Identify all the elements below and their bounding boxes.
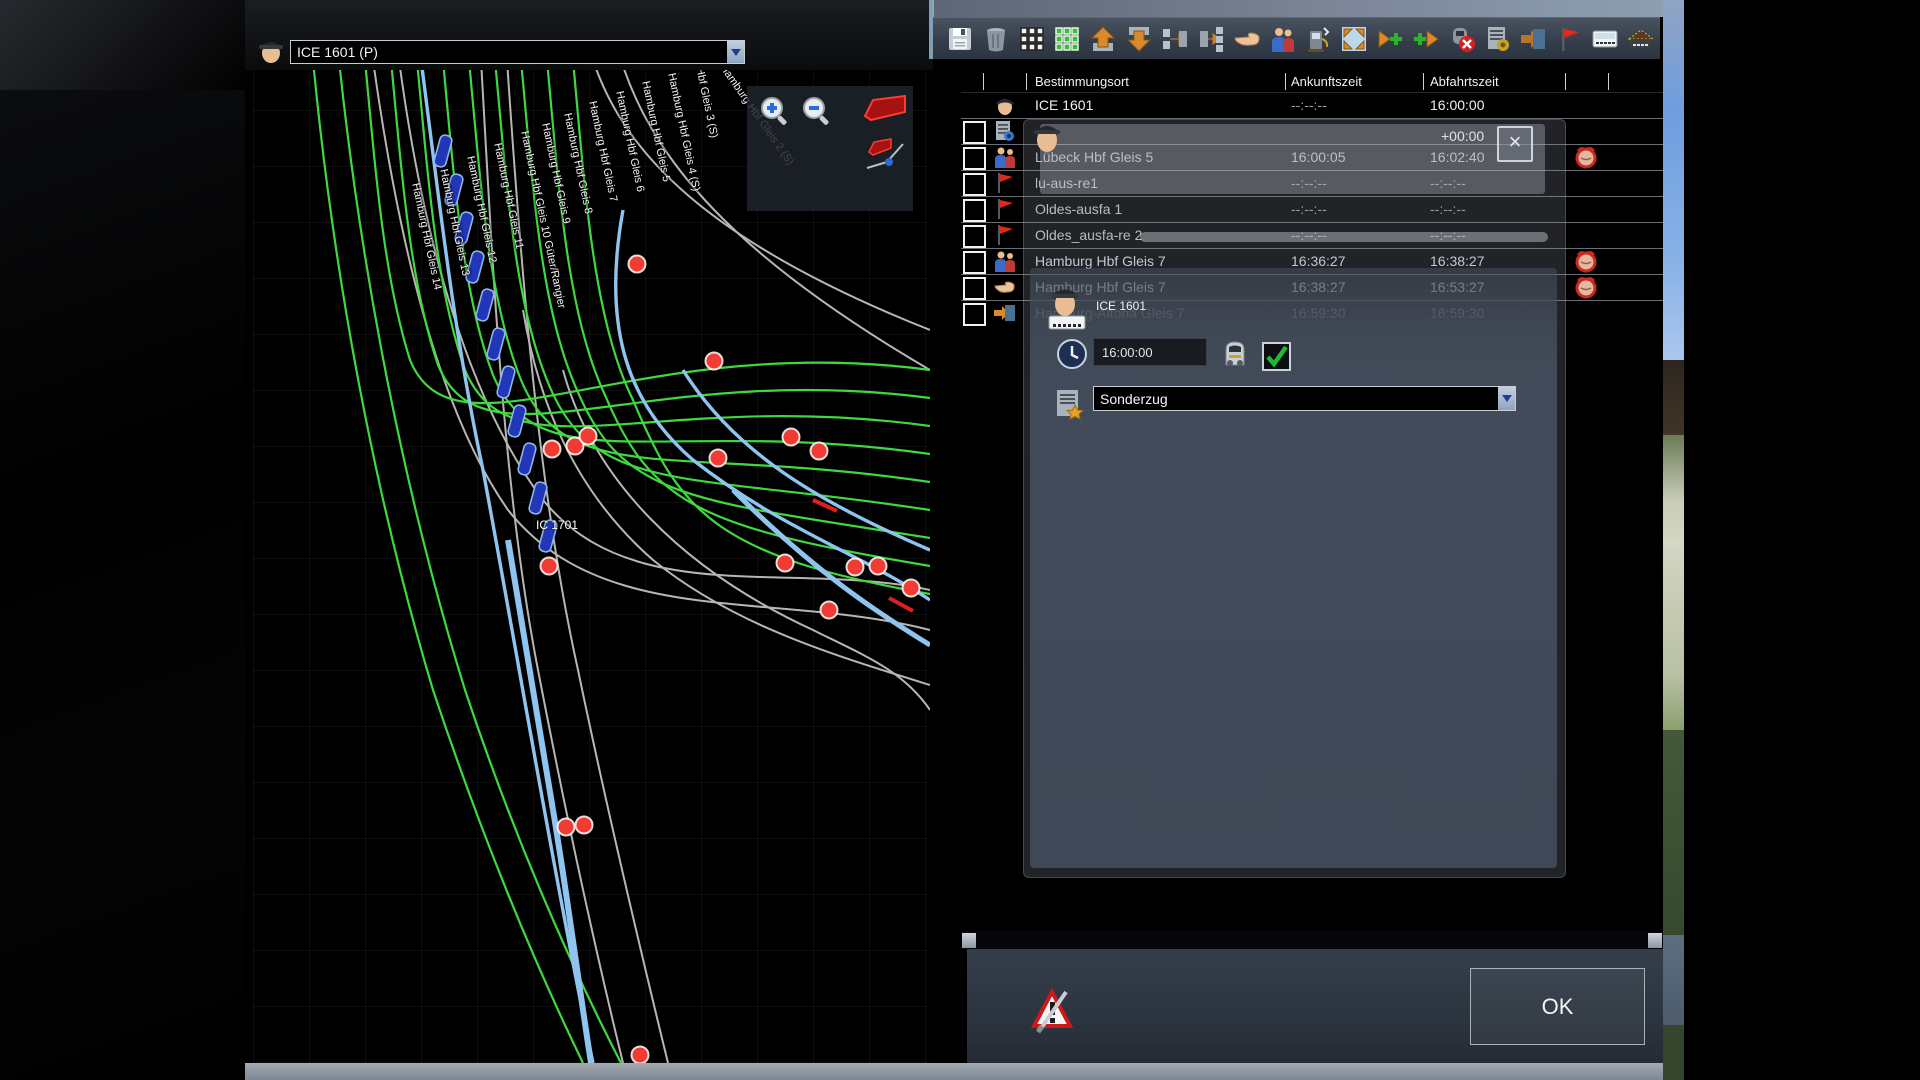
flag-icon [993, 171, 1017, 195]
move-up-icon[interactable] [1086, 22, 1120, 56]
zoom-in-icon[interactable] [757, 94, 793, 135]
conductor-head-icon [256, 35, 286, 65]
chevron-down-icon[interactable] [1498, 387, 1515, 410]
map-train-label: IC 1701 [536, 518, 578, 532]
row-checkbox[interactable] [963, 173, 986, 196]
close-icon[interactable]: × [1497, 126, 1533, 162]
departure-time-input[interactable]: 16:00:00 [1093, 338, 1207, 366]
train-remove-icon[interactable] [1445, 22, 1479, 56]
col-abfahrtszeit: Abfahrtszeit [1430, 74, 1499, 89]
row-arrival: --:--:-- [1291, 97, 1327, 113]
row-checkbox[interactable] [963, 147, 986, 170]
passengers-icon[interactable] [1266, 22, 1300, 56]
save-icon[interactable] [943, 22, 977, 56]
alarm-clock-icon [1574, 275, 1598, 299]
warning-icon [1030, 986, 1078, 1034]
row-checkbox[interactable] [963, 225, 986, 248]
signal-route-icon[interactable] [865, 134, 909, 179]
timetable-header: Bestimmungsort Ankunftszeit Abfahrtszeit [961, 71, 1663, 93]
collapse-icon[interactable] [1337, 22, 1371, 56]
row-name: ICE 1601 [1035, 97, 1093, 113]
world-grass [1663, 1025, 1684, 1080]
schedule-star-icon [1053, 388, 1085, 420]
train-properties-icon[interactable] [1481, 22, 1515, 56]
conductor-figure-icon [1045, 282, 1089, 332]
row-highlight-pill [1140, 232, 1548, 242]
row-checkbox[interactable] [963, 199, 986, 222]
row-checkbox[interactable] [963, 277, 986, 300]
document-gear-icon [993, 119, 1017, 143]
clock-icon [1055, 337, 1089, 371]
train-active-checkbox[interactable] [1262, 342, 1291, 371]
grid-plain-icon[interactable] [1015, 22, 1049, 56]
bottom-strip [245, 1063, 1663, 1080]
goto-destination-icon [993, 301, 1017, 325]
chevron-down-icon[interactable] [727, 41, 744, 63]
category-value: Sonderzug [1094, 391, 1498, 407]
hand-pointer-icon[interactable] [1230, 22, 1264, 56]
track-map[interactable]: Hamburg Hbf Gleis 14 Hamburg Hbf Gleis 1… [253, 70, 930, 1063]
world-flowers [1663, 545, 1684, 730]
hand-pointer-icon [993, 275, 1017, 299]
delay-value: +00:00 [1441, 128, 1484, 144]
train-selector-value: ICE 1601 (P) [291, 44, 727, 60]
world-trees-flowers [1663, 435, 1684, 545]
conductor-head-icon [993, 93, 1017, 117]
toolbar [933, 17, 1660, 59]
row-checkbox[interactable] [963, 251, 986, 274]
control-strip-icon[interactable] [1588, 22, 1622, 56]
conductor-head-icon [1030, 116, 1064, 156]
passengers-icon [993, 249, 1017, 273]
world-trees [1663, 730, 1684, 935]
col-ankunftszeit: Ankunftszeit [1291, 74, 1362, 89]
dialog-train-name: ICE 1601 [1096, 299, 1146, 313]
grid-active-icon[interactable] [1051, 22, 1085, 56]
app-window: ICE 1601 (P) [0, 0, 1920, 1080]
col-bestimmungsort: Bestimmungsort [1035, 74, 1129, 89]
alarm-clock-icon [1574, 249, 1598, 273]
train-front-icon [1220, 339, 1250, 369]
row-departure: 16:00:00 [1430, 97, 1485, 113]
row-checkbox[interactable] [963, 303, 986, 326]
ok-button[interactable]: OK [1470, 968, 1645, 1045]
world-bridge [1663, 360, 1684, 435]
zoom-out-icon[interactable] [799, 94, 835, 135]
insert-after-icon[interactable] [1194, 22, 1228, 56]
alarm-clock-icon [1574, 145, 1598, 169]
route-add-forward-icon[interactable] [1373, 22, 1407, 56]
depot-icon[interactable] [1624, 22, 1658, 56]
signal-red-icon[interactable] [863, 94, 907, 129]
horizontal-scrollbar[interactable] [961, 931, 1663, 950]
map-control-panel [747, 86, 913, 211]
passengers-icon [993, 145, 1017, 169]
route-add-back-icon[interactable] [1409, 22, 1443, 56]
background-gradient [0, 0, 250, 90]
train-selector[interactable]: ICE 1601 (P) [290, 40, 745, 64]
flag-icon [993, 197, 1017, 221]
world-sky [1663, 0, 1684, 360]
table-row[interactable]: ICE 1601 --:--:-- 16:00:00 [961, 92, 1663, 118]
move-down-icon[interactable] [1122, 22, 1156, 56]
background-left [0, 90, 245, 1080]
category-selector[interactable]: Sonderzug [1093, 386, 1516, 411]
goto-destination-icon[interactable] [1517, 22, 1551, 56]
row-checkbox[interactable] [963, 121, 986, 144]
insert-before-icon[interactable] [1158, 22, 1192, 56]
fuel-pump-icon[interactable] [1301, 22, 1335, 56]
world-road [1663, 935, 1684, 1025]
delete-icon[interactable] [979, 22, 1013, 56]
topbar-sky [933, 0, 1683, 17]
flag-icon[interactable] [1552, 22, 1586, 56]
flag-icon [993, 223, 1017, 247]
